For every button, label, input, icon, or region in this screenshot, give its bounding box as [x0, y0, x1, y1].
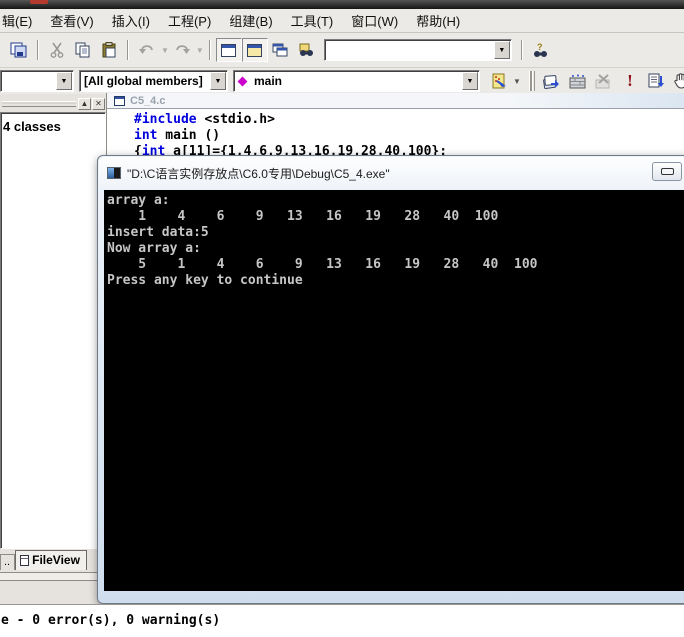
menu-edit[interactable]: 辑(E) — [0, 9, 41, 32]
redo-dropdown-icon[interactable]: ▼ — [196, 46, 204, 55]
find-in-files-icon[interactable] — [294, 38, 320, 62]
paste-icon[interactable] — [96, 38, 122, 62]
console-line: Press any key to continue — [107, 273, 684, 289]
workspace-hscrollbar[interactable] — [0, 572, 106, 581]
editor-titlebar[interactable]: C5_4.c — [107, 93, 684, 109]
console-titlebar[interactable]: "D:\C语言实例存放点\C6.0专用\Debug\C5_4.exe" — [99, 157, 684, 189]
save-all-icon[interactable] — [6, 38, 32, 62]
console-output[interactable]: array a: 1 4 6 9 13 16 19 28 40 100inser… — [104, 190, 684, 591]
panel-pin-icon[interactable]: ▲ — [78, 98, 91, 110]
wizard-actions-dropdown-icon[interactable]: ▼ — [513, 77, 521, 86]
window-titlebar-sliver — [0, 0, 684, 9]
console-line: 5 1 4 6 9 13 16 19 28 40 100 — [107, 257, 684, 273]
compile-icon[interactable] — [539, 69, 565, 93]
build-icon[interactable] — [565, 69, 591, 93]
go-icon[interactable] — [643, 69, 669, 93]
members-combobox[interactable]: [All global members] ▼ — [79, 70, 228, 92]
menu-view[interactable]: 查看(V) — [41, 9, 102, 32]
console-line: insert data:5 — [107, 225, 684, 241]
toolbar-separator — [127, 40, 129, 60]
redo-icon[interactable] — [169, 38, 195, 62]
standard-toolbar: ▼ ▼ — [0, 33, 684, 68]
source-file-icon — [114, 96, 125, 106]
wizard-actions-icon[interactable] — [486, 69, 512, 93]
find-combobox[interactable]: ▼ — [324, 39, 512, 61]
console-line: array a: — [107, 193, 684, 209]
class-combobox-dropdown-icon[interactable]: ▼ — [56, 72, 72, 90]
function-diamond-icon — [238, 76, 248, 86]
code-line: #include <stdio.h> — [134, 112, 684, 128]
minimize-glyph-icon — [661, 168, 674, 175]
console-window[interactable]: "D:\C语言实例存放点\C6.0专用\Debug\C5_4.exe" arra… — [97, 155, 684, 604]
menu-help[interactable]: 帮助(H) — [407, 9, 469, 32]
undo-icon[interactable] — [134, 38, 160, 62]
menu-build[interactable]: 组建(B) — [220, 9, 281, 32]
execute-program-icon[interactable]: ! — [617, 69, 643, 93]
toolbar-separator — [521, 40, 523, 60]
panel-drag-grip[interactable] — [2, 101, 76, 107]
output-toggle-icon[interactable] — [242, 38, 268, 62]
menu-window[interactable]: 窗口(W) — [342, 9, 407, 32]
titlebar-accent — [30, 0, 48, 4]
console-minimize-button[interactable] — [652, 162, 682, 181]
stop-build-icon[interactable] — [591, 69, 617, 93]
class-combobox[interactable]: ▼ — [0, 70, 74, 92]
menubar: 辑(E) 查看(V) 插入(I) 工程(P) 组建(B) 工具(T) 窗口(W)… — [0, 9, 684, 33]
undo-dropdown-icon[interactable]: ▼ — [161, 46, 169, 55]
menu-project[interactable]: 工程(P) — [159, 9, 220, 32]
vc6-ide-window: 辑(E) 查看(V) 插入(I) 工程(P) 组建(B) 工具(T) 窗口(W)… — [0, 0, 684, 637]
code-area[interactable]: #include <stdio.h>int main (){int a[11]=… — [107, 109, 684, 160]
build-output-pane[interactable]: e - 0 error(s), 0 warning(s) — [0, 604, 684, 637]
tab-classview[interactable]: .. — [0, 554, 15, 570]
workspace-panel-header: ▲ ✕ — [0, 95, 106, 112]
copy-icon[interactable] — [70, 38, 96, 62]
console-line: Now array a: — [107, 241, 684, 257]
menu-insert[interactable]: 插入(I) — [103, 9, 159, 32]
fileview-doc-icon — [20, 555, 29, 566]
build-result-text: e - 0 error(s), 0 warning(s) — [0, 605, 684, 628]
search-query-icon[interactable]: ? — [528, 38, 554, 62]
workspace-tabs: .. FileView — [0, 551, 106, 570]
workspace-toggle-icon[interactable] — [216, 38, 242, 62]
function-combobox-value[interactable]: main — [250, 74, 461, 88]
wizard-bar: ▼ [All global members] ▼ main ▼ ▼ — [0, 68, 684, 94]
console-line: 1 4 6 9 13 16 19 28 40 100 — [107, 209, 684, 225]
function-combobox-dropdown-icon[interactable]: ▼ — [462, 72, 478, 90]
insert-breakpoint-icon[interactable] — [669, 69, 684, 93]
function-combobox[interactable]: main ▼ — [233, 70, 480, 92]
toolbar-grip — [529, 71, 535, 91]
toolbar-separator — [37, 40, 39, 60]
editor-title-label: C5_4.c — [130, 95, 165, 107]
menu-tools[interactable]: 工具(T) — [282, 9, 343, 32]
cut-icon[interactable] — [44, 38, 70, 62]
classview-tree[interactable]: 4 classes — [0, 112, 106, 549]
svg-text:?: ? — [537, 42, 543, 52]
console-app-icon — [107, 167, 121, 179]
console-title-text: "D:\C语言实例存放点\C6.0专用\Debug\C5_4.exe" — [127, 165, 390, 182]
cascade-windows-icon[interactable] — [268, 38, 294, 62]
find-combobox-dropdown-icon[interactable]: ▼ — [494, 41, 510, 59]
tab-fileview[interactable]: FileView — [15, 550, 87, 570]
workspace-panel: ▲ ✕ 4 classes .. FileView — [0, 95, 106, 585]
panel-close-icon[interactable]: ✕ — [92, 98, 105, 110]
code-line: int main () — [134, 128, 684, 144]
toolbar-separator — [209, 40, 211, 60]
members-combobox-dropdown-icon[interactable]: ▼ — [210, 72, 226, 90]
tree-root-label[interactable]: 4 classes — [3, 119, 61, 134]
members-combobox-value[interactable]: [All global members] — [80, 74, 209, 88]
